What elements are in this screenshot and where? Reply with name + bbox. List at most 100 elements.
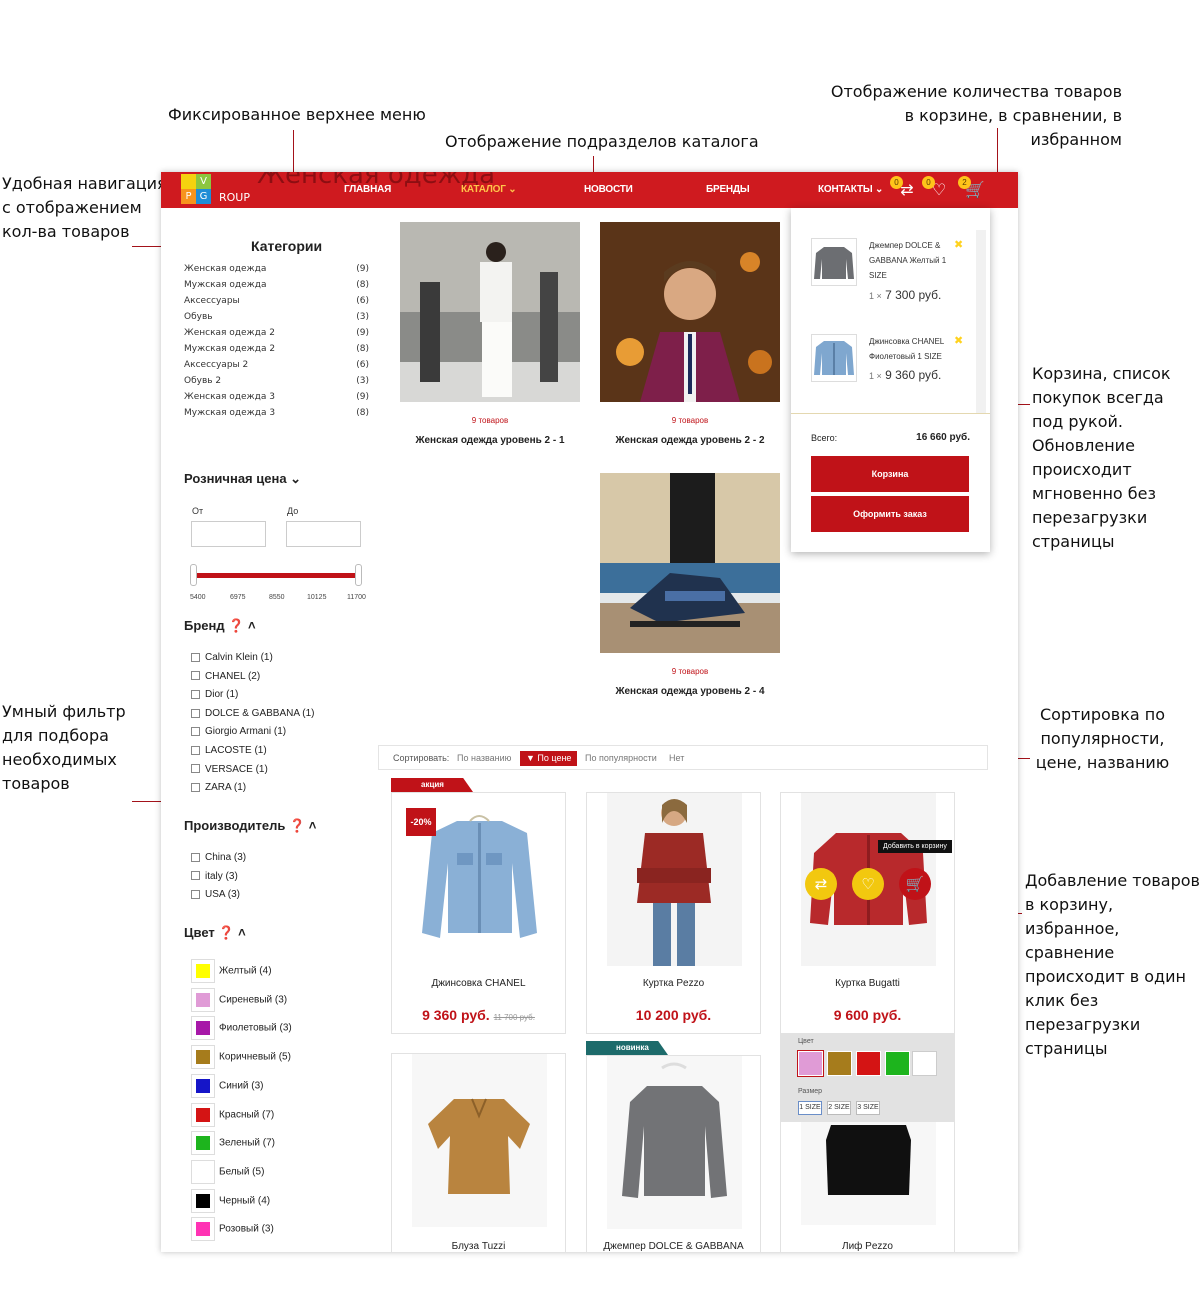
brand-option[interactable]: Dior (1) <box>191 689 238 705</box>
option-color-swatch[interactable] <box>912 1051 937 1076</box>
product-card[interactable]: Куртка Pezzo 10 200 руб. <box>586 792 761 1034</box>
subsection-name[interactable]: Женская одежда уровень 2 - 1 <box>400 435 580 446</box>
product-image[interactable] <box>412 1054 547 1227</box>
color-option[interactable]: Желтый (4) <box>191 959 272 984</box>
maker-filter-title[interactable]: Производитель ❓ ˄ <box>184 818 316 834</box>
category-item[interactable]: Аксессуары 2 (6) <box>184 360 369 376</box>
color-option[interactable]: Черный (4) <box>191 1188 270 1214</box>
cart-item-name[interactable]: Джинсовка CHANEL Фиолетовый 1 SIZE <box>869 334 949 364</box>
brand-option[interactable]: CHANEL (2) <box>191 671 260 687</box>
product-card[interactable]: -20% Джинсовка CHANEL 9 360 руб. 11 700 … <box>391 792 566 1034</box>
nav-news[interactable]: Новости <box>584 184 633 195</box>
nav-catalog[interactable]: Каталог ⌄ <box>461 184 517 195</box>
brand-option[interactable]: VERSACE (1) <box>191 764 268 780</box>
color-option[interactable]: Белый (5) <box>191 1159 264 1185</box>
brand-checkbox[interactable] <box>191 783 200 793</box>
subsection-name[interactable]: Женская одежда уровень 2 - 2 <box>600 435 780 446</box>
color-option[interactable]: Розовый (3) <box>191 1217 274 1242</box>
maker-option[interactable]: italy (3) <box>191 871 238 887</box>
cart-button[interactable]: Корзина <box>811 456 969 492</box>
color-option[interactable]: Красный (7) <box>191 1102 274 1128</box>
maker-checkbox[interactable] <box>191 890 200 900</box>
option-color-swatch[interactable] <box>797 1050 824 1077</box>
cart-item-name[interactable]: Джемпер DOLCE & GABBANA Желтый 1 SIZE <box>869 238 949 283</box>
color-swatch[interactable] <box>191 1159 215 1184</box>
color-option[interactable]: Сиреневый (3) <box>191 987 287 1013</box>
color-swatch[interactable] <box>191 1131 215 1156</box>
product-name[interactable]: Куртка Pezzo <box>587 978 760 989</box>
color-swatch[interactable] <box>191 1188 215 1213</box>
price-to-input[interactable] <box>286 521 361 547</box>
color-swatch[interactable] <box>191 1102 215 1127</box>
checkout-button[interactable]: Оформить заказ <box>811 496 969 532</box>
subsection-card[interactable]: 9 товаров Женская одежда уровень 2 - 4 <box>600 473 780 697</box>
color-option[interactable]: Коричневый (5) <box>191 1045 291 1070</box>
color-filter-title[interactable]: Цвет ❓ ˄ <box>184 925 246 941</box>
category-item[interactable]: Женская одежда 2 (9) <box>184 328 369 344</box>
color-option[interactable]: Зеленый (7) <box>191 1131 275 1156</box>
brand-checkbox[interactable] <box>191 708 200 718</box>
category-item[interactable]: Мужская одежда 2 (8) <box>184 344 369 360</box>
subsection-card[interactable]: 9 товаров Женская одежда уровень 2 - 1 <box>400 222 580 446</box>
subsection-name[interactable]: Женская одежда уровень 2 - 4 <box>600 686 780 697</box>
product-name[interactable]: Куртка Bugatti <box>781 978 954 989</box>
color-swatch[interactable] <box>191 1045 215 1070</box>
category-item[interactable]: Женская одежда 3 (9) <box>184 392 369 408</box>
product-image[interactable] <box>607 1056 742 1229</box>
brand-option[interactable]: DOLCE & GABBANA (1) <box>191 708 314 724</box>
product-image[interactable] <box>801 1115 936 1225</box>
option-color-swatch[interactable] <box>827 1051 852 1076</box>
color-swatch[interactable] <box>191 959 215 983</box>
brand-filter-title[interactable]: Бренд ❓ ˄ <box>184 618 256 634</box>
product-name[interactable]: Блуза Tuzzi <box>392 1241 565 1252</box>
category-item[interactable]: Обувь 2 (3) <box>184 376 369 392</box>
cart-scrollbar[interactable] <box>976 230 986 413</box>
brand-checkbox[interactable] <box>191 690 200 700</box>
compare-icon[interactable]: ⇄ 0 <box>890 176 918 200</box>
brand-checkbox[interactable] <box>191 671 200 681</box>
favorite-button[interactable]: ♡ <box>852 868 884 900</box>
cart-item-thumb[interactable] <box>811 238 857 286</box>
category-item[interactable]: Женская одежда (9) <box>184 264 369 280</box>
color-swatch[interactable] <box>191 1217 215 1242</box>
sort-none[interactable]: Нет <box>669 753 684 763</box>
sort-by-price[interactable]: ▼ По цене <box>520 751 578 766</box>
remove-item-icon[interactable]: ✖ <box>954 334 963 347</box>
remove-item-icon[interactable]: ✖ <box>954 238 963 251</box>
compare-button[interactable]: ⇄ <box>805 868 837 900</box>
color-option[interactable]: Синий (3) <box>191 1073 264 1099</box>
subsection-card[interactable]: 9 товаров Женская одежда уровень 2 - 2 <box>600 222 780 446</box>
product-card[interactable]: Блуза Tuzzi <box>391 1053 566 1252</box>
product-card[interactable]: ⇄ ♡ 🛒 Добавить в корзину Куртка Bugatti … <box>780 792 955 1034</box>
price-from-input[interactable] <box>191 521 266 547</box>
price-slider-track[interactable] <box>193 573 360 578</box>
sort-by-name[interactable]: По названию <box>457 753 511 763</box>
category-item[interactable]: Мужская одежда 3 (8) <box>184 408 369 424</box>
favorites-icon[interactable]: ♡ 0 <box>922 176 950 200</box>
nav-brands[interactable]: Бренды <box>706 184 750 195</box>
product-card[interactable]: Джемпер DOLCE & GABBANA <box>586 1055 761 1252</box>
brand-checkbox[interactable] <box>191 745 200 755</box>
option-size[interactable]: 1 SIZE <box>798 1101 822 1115</box>
category-item[interactable]: Аксессуары (6) <box>184 296 369 312</box>
price-slider-max-handle[interactable] <box>355 564 362 586</box>
product-image[interactable] <box>607 793 742 966</box>
color-option[interactable]: Фиолетовый (3) <box>191 1016 292 1041</box>
color-swatch[interactable] <box>191 987 215 1012</box>
option-color-swatch[interactable] <box>885 1051 910 1076</box>
product-name[interactable]: Джинсовка CHANEL <box>392 978 565 989</box>
category-item[interactable]: Обувь (3) <box>184 312 369 328</box>
category-item[interactable]: Мужская одежда (8) <box>184 280 369 296</box>
cart-icon[interactable]: 🛒 2 <box>958 176 986 200</box>
brand-option[interactable]: ZARA (1) <box>191 782 246 798</box>
maker-checkbox[interactable] <box>191 852 200 862</box>
price-filter-title[interactable]: Розничная цена ⌄ <box>184 471 301 487</box>
brand-checkbox[interactable] <box>191 764 200 774</box>
brand-option[interactable]: LACOSTE (1) <box>191 745 267 761</box>
logo[interactable]: V P G ROUP <box>181 174 261 206</box>
nav-contacts[interactable]: Контакты ⌄ <box>818 184 883 195</box>
nav-home[interactable]: Главная <box>344 184 391 195</box>
option-size[interactable]: 2 SIZE <box>827 1101 851 1115</box>
maker-option[interactable]: USA (3) <box>191 889 240 905</box>
brand-option[interactable]: Calvin Klein (1) <box>191 652 273 668</box>
